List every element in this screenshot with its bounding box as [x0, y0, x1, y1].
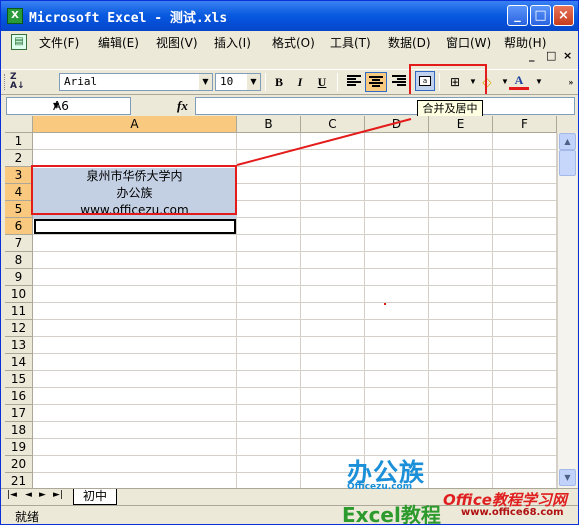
watermark-logo-sub: Officezu.com	[347, 482, 413, 492]
scroll-thumb[interactable]	[559, 150, 576, 176]
vertical-scrollbar[interactable]: ▲ ▼	[557, 133, 577, 488]
scroll-down-icon[interactable]: ▼	[559, 469, 576, 486]
status-text: 就绪	[15, 510, 40, 524]
prev-sheet-icon[interactable]: ◄	[25, 490, 32, 500]
stray-mark	[384, 303, 386, 305]
first-sheet-icon[interactable]: |◄	[7, 490, 17, 500]
watermark-tutorial: Excel教程	[342, 503, 441, 525]
next-sheet-icon[interactable]: ►	[39, 490, 46, 500]
last-sheet-icon[interactable]: ►|	[53, 490, 63, 500]
excel-window: X Microsoft Excel - 测试.xls _ □ × ▤ 文件(F)…	[0, 0, 579, 525]
watermark-site-url: www.office68.com	[461, 507, 564, 518]
scroll-up-icon[interactable]: ▲	[559, 133, 576, 150]
sheet-tab[interactable]: 初中	[73, 489, 117, 505]
annotation-connector	[236, 118, 412, 166]
